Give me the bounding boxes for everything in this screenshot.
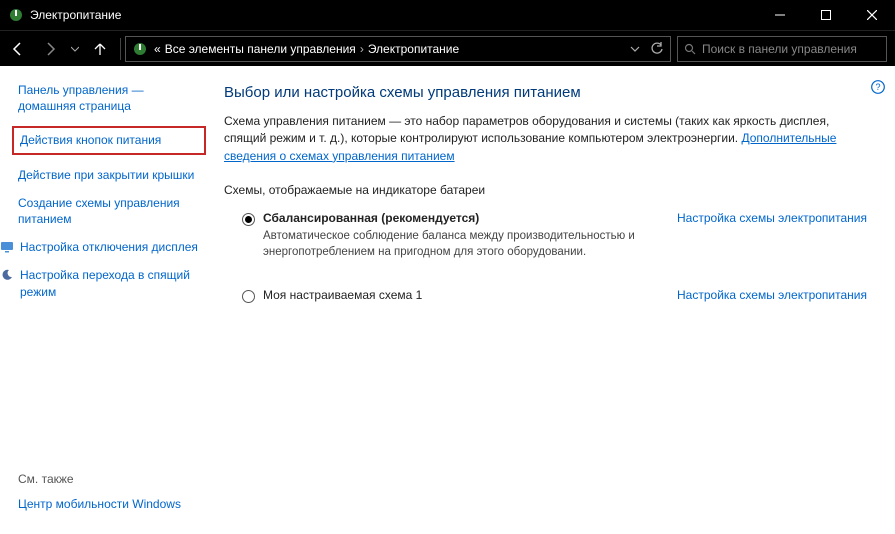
power-plan-custom[interactable]: Моя настраиваемая схема 1 Настройка схем… xyxy=(242,288,867,303)
sleep-icon xyxy=(0,268,14,282)
back-button[interactable] xyxy=(4,35,32,63)
svg-text:?: ? xyxy=(875,82,880,92)
sidebar-item-power-buttons[interactable]: Действия кнопок питания xyxy=(20,132,198,148)
sidebar-item-display-off[interactable]: Настройка отключения дисплея xyxy=(20,239,198,255)
up-button[interactable] xyxy=(86,35,114,63)
search-placeholder: Поиск в панели управления xyxy=(702,42,857,56)
plan-name: Сбалансированная (рекомендуется) xyxy=(263,211,665,225)
close-button[interactable] xyxy=(849,0,895,30)
forward-button[interactable] xyxy=(36,35,64,63)
breadcrumb-item[interactable]: Все элементы панели управления xyxy=(165,42,356,56)
sidebar: Панель управления — домашняя страница Де… xyxy=(0,66,214,534)
content-area: ? Панель управления — домашняя страница … xyxy=(0,66,895,534)
help-icon[interactable]: ? xyxy=(871,80,885,94)
sidebar-item-lid-close[interactable]: Действие при закрытии крышки xyxy=(18,167,204,183)
window-title: Электропитание xyxy=(30,8,757,22)
power-plan-balanced[interactable]: Сбалансированная (рекомендуется) Автомат… xyxy=(242,211,867,260)
seealso-mobility-center[interactable]: Центр мобильности Windows xyxy=(18,496,204,512)
recent-dropdown[interactable] xyxy=(68,35,82,63)
radio-unselected[interactable] xyxy=(242,290,255,303)
search-icon xyxy=(684,43,696,55)
plan-settings-link[interactable]: Настройка схемы электропитания xyxy=(677,211,867,225)
minimize-button[interactable] xyxy=(757,0,803,30)
chevron-right-icon: › xyxy=(360,42,364,56)
breadcrumb-prefix: « xyxy=(154,42,161,56)
plan-settings-link[interactable]: Настройка схемы электропитания xyxy=(677,288,867,302)
seealso-heading: См. также xyxy=(18,472,204,486)
breadcrumb-item[interactable]: Электропитание xyxy=(368,42,459,56)
plan-name: Моя настраиваемая схема 1 xyxy=(263,288,665,302)
display-icon xyxy=(0,240,14,254)
main-panel: Выбор или настройка схемы управления пит… xyxy=(214,66,895,534)
page-heading: Выбор или настройка схемы управления пит… xyxy=(224,84,867,101)
sidebar-home-link[interactable]: Панель управления — домашняя страница xyxy=(18,82,204,114)
toolbar-separator xyxy=(120,38,121,60)
maximize-button[interactable] xyxy=(803,0,849,30)
app-icon xyxy=(8,7,24,23)
sidebar-item-sleep[interactable]: Настройка перехода в спящий режим xyxy=(20,267,204,299)
power-icon xyxy=(132,41,148,57)
toolbar: « Все элементы панели управления › Элект… xyxy=(0,30,895,66)
plan-description: Автоматическое соблюдение баланса между … xyxy=(263,228,653,260)
address-bar[interactable]: « Все элементы панели управления › Элект… xyxy=(125,36,671,62)
titlebar: Электропитание xyxy=(0,0,895,30)
plans-section-title: Схемы, отображаемые на индикаторе батаре… xyxy=(224,183,867,197)
breadcrumb-dropdown[interactable] xyxy=(630,44,640,54)
refresh-button[interactable] xyxy=(650,42,664,56)
page-description: Схема управления питанием — это набор па… xyxy=(224,113,867,165)
sidebar-item-create-plan[interactable]: Создание схемы управления питанием xyxy=(18,195,204,227)
radio-selected[interactable] xyxy=(242,213,255,226)
search-box[interactable]: Поиск в панели управления xyxy=(677,36,887,62)
